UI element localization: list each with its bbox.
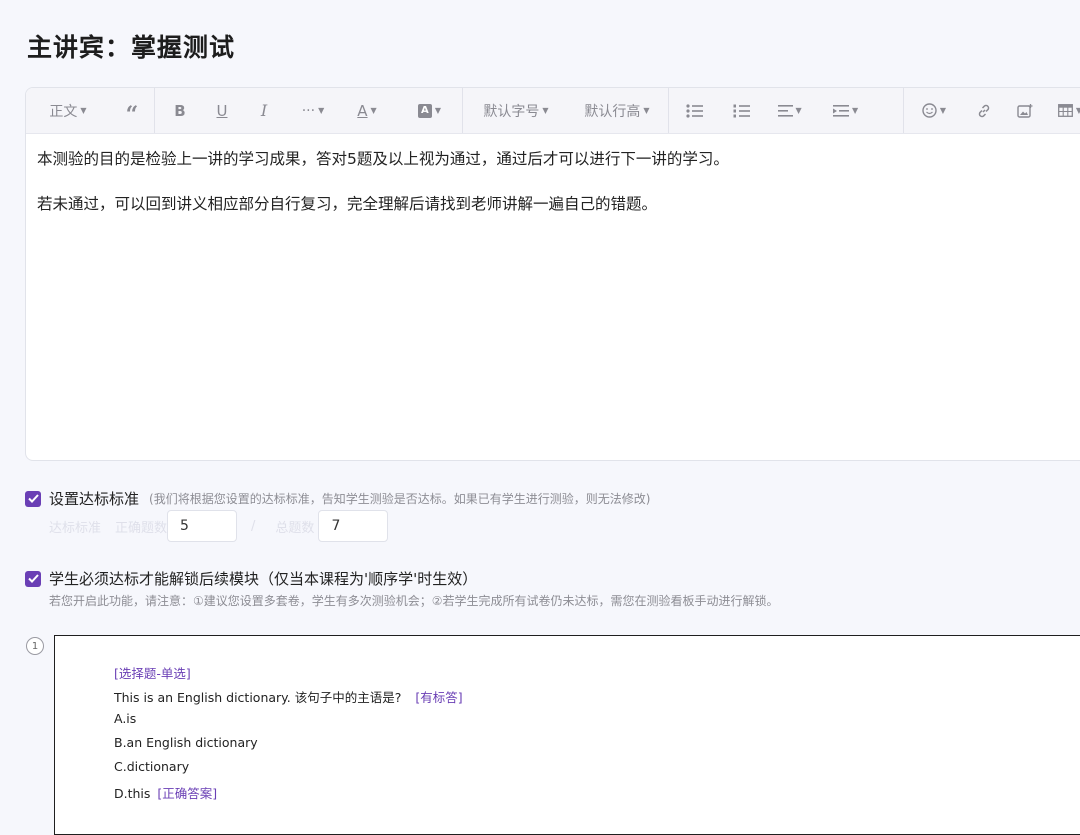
- editor-content[interactable]: 本测验的目的是检验上一讲的学习成果，答对5题及以上视为通过，通过后才可以进行下一…: [26, 134, 1080, 252]
- font-color-button[interactable]: A ▼: [337, 88, 397, 133]
- toolbar-group-lists: ▼ ▼: [669, 88, 904, 133]
- correct-count-label: 正确题数: [115, 520, 168, 536]
- caret-down-icon: ▼: [434, 106, 442, 115]
- underline-icon: U: [216, 101, 228, 120]
- more-button[interactable]: ··· ▼: [289, 88, 337, 133]
- ordered-list-icon: [733, 104, 751, 117]
- toolbar-group-insert: ▼ ▼: [904, 88, 1080, 133]
- font-size-dropdown[interactable]: 默认字号 ▼: [463, 88, 569, 133]
- font-size-label: 默认字号: [483, 103, 540, 120]
- standard-label: 设置达标标准: [49, 490, 140, 508]
- total-count-input[interactable]: 7: [318, 510, 389, 542]
- quote-icon: “: [125, 101, 139, 128]
- question-card[interactable]: [选择题-单选] This is an English dictionary. …: [54, 635, 1080, 835]
- underline-button[interactable]: U: [205, 88, 239, 133]
- toolbar-group-format: 正文 ▼ “: [26, 88, 155, 133]
- image-icon: [1016, 103, 1032, 118]
- standard-checkbox[interactable]: [25, 490, 41, 507]
- unlock-setting-row: 学生必须达标才能解锁后续模块（仅当本课程为'顺序学'时生效）: [25, 568, 477, 589]
- checkmark-icon: [27, 574, 39, 583]
- caret-down-icon: ▼: [80, 106, 87, 115]
- checkmark-icon: [27, 494, 39, 503]
- paragraph-style-dropdown[interactable]: 正文 ▼: [26, 88, 110, 133]
- more-icon: ···: [301, 102, 316, 119]
- correct-count-input[interactable]: 5: [167, 510, 238, 542]
- question-stem: This is an English dictionary. 该句子中的主语是?: [114, 690, 402, 705]
- editor-paragraph: 若未通过，可以回到讲义相应部分自行复习，完全理解后请找到老师讲解一遍自己的错题。: [37, 195, 658, 213]
- fraction-separator: /: [251, 518, 256, 534]
- indent-icon: [833, 104, 850, 117]
- ordered-list-button[interactable]: [721, 88, 763, 133]
- correct-answer-tag: [正确答案]: [157, 786, 218, 801]
- caret-down-icon: ▼: [795, 106, 802, 115]
- italic-button[interactable]: I: [239, 88, 289, 133]
- editor-paragraph: 本测验的目的是检验上一讲的学习成果，答对5题及以上视为通过，通过后才可以进行下一…: [37, 150, 729, 168]
- table-button[interactable]: ▼: [1046, 88, 1080, 133]
- table-icon: [1057, 104, 1073, 117]
- align-left-icon: [777, 104, 793, 117]
- option-a: A.is: [114, 711, 137, 726]
- caret-down-icon: ▼: [1076, 106, 1080, 115]
- bullet-list-button[interactable]: [669, 88, 721, 133]
- background-color-icon: A: [417, 103, 432, 118]
- link-button[interactable]: [964, 88, 1004, 133]
- standard-criteria-label: 达标标准: [49, 520, 102, 536]
- caret-down-icon: ▼: [852, 106, 859, 115]
- bold-icon: B: [174, 101, 186, 120]
- bullet-list-icon: [686, 103, 704, 118]
- standard-setting-row: 设置达标标准 (我们将根据您设置的达标标准，告知学生测验是否达标。如果已有学生进…: [25, 488, 650, 509]
- paragraph-style-label: 正文: [49, 103, 78, 120]
- background-color-button[interactable]: A ▼: [397, 88, 462, 133]
- unlock-note: 若您开启此功能，请注意：①建议您设置多套卷，学生有多次测验机会；②若学生完成所有…: [49, 594, 779, 608]
- toolbar-group-spacing: 默认字号 ▼ 默认行高 ▼: [463, 88, 669, 133]
- page-title: 主讲宾：掌握测试: [27, 33, 236, 62]
- toolbar-group-text: B U I ··· ▼ A ▼ A ▼: [155, 88, 463, 133]
- option-d-line: D.this [正确答案]: [114, 783, 217, 802]
- caret-down-icon: ▼: [939, 106, 947, 115]
- standard-inputs-row: 达标标准 正确题数 5 / 总题数 7: [49, 509, 389, 543]
- question-number-badge: 1: [26, 637, 44, 655]
- question-type-tag: [选择题-单选]: [114, 666, 191, 681]
- correct-count-value: 5: [180, 518, 189, 534]
- caret-down-icon: ▼: [643, 106, 650, 115]
- line-height-dropdown[interactable]: 默认行高 ▼: [569, 88, 665, 133]
- caret-down-icon: ▼: [542, 106, 549, 115]
- link-icon: [978, 104, 990, 117]
- bold-button[interactable]: B: [155, 88, 205, 133]
- caret-down-icon: ▼: [318, 106, 325, 115]
- option-d: D.this: [114, 786, 151, 801]
- emoji-icon: [922, 103, 937, 118]
- question-stem-line: This is an English dictionary. 该句子中的主语是?…: [114, 687, 463, 706]
- option-c: C.dictionary: [114, 759, 190, 774]
- answer-key-tag: [有标答]: [415, 690, 463, 705]
- caret-down-icon: ▼: [370, 106, 377, 115]
- image-button[interactable]: [1004, 88, 1046, 133]
- quote-button[interactable]: “: [110, 88, 154, 133]
- emoji-button[interactable]: ▼: [904, 88, 964, 133]
- italic-icon: I: [260, 101, 268, 120]
- unlock-checkbox[interactable]: [25, 570, 41, 587]
- standard-note: (我们将根据您设置的达标标准，告知学生测验是否达标。如果已有学生进行测验，则无法…: [149, 492, 651, 506]
- option-b: B.an English dictionary: [114, 735, 258, 750]
- font-color-icon: A: [357, 101, 368, 120]
- align-button[interactable]: ▼: [763, 88, 817, 133]
- editor-toolbar: 正文▼ “ B U I ···▼ A▼ A▼ 默认字号▼ 默认行高▼: [26, 88, 1080, 134]
- unlock-label: 学生必须达标才能解锁后续模块（仅当本课程为'顺序学'时生效）: [49, 570, 478, 588]
- indent-button[interactable]: ▼: [817, 88, 875, 133]
- rich-text-editor[interactable]: 正文▼ “ B U I ···▼ A▼ A▼ 默认字号▼ 默认行高▼: [25, 87, 1080, 461]
- total-count-value: 7: [331, 518, 341, 534]
- line-height-label: 默认行高: [584, 103, 641, 120]
- total-count-label: 总题数: [275, 520, 315, 536]
